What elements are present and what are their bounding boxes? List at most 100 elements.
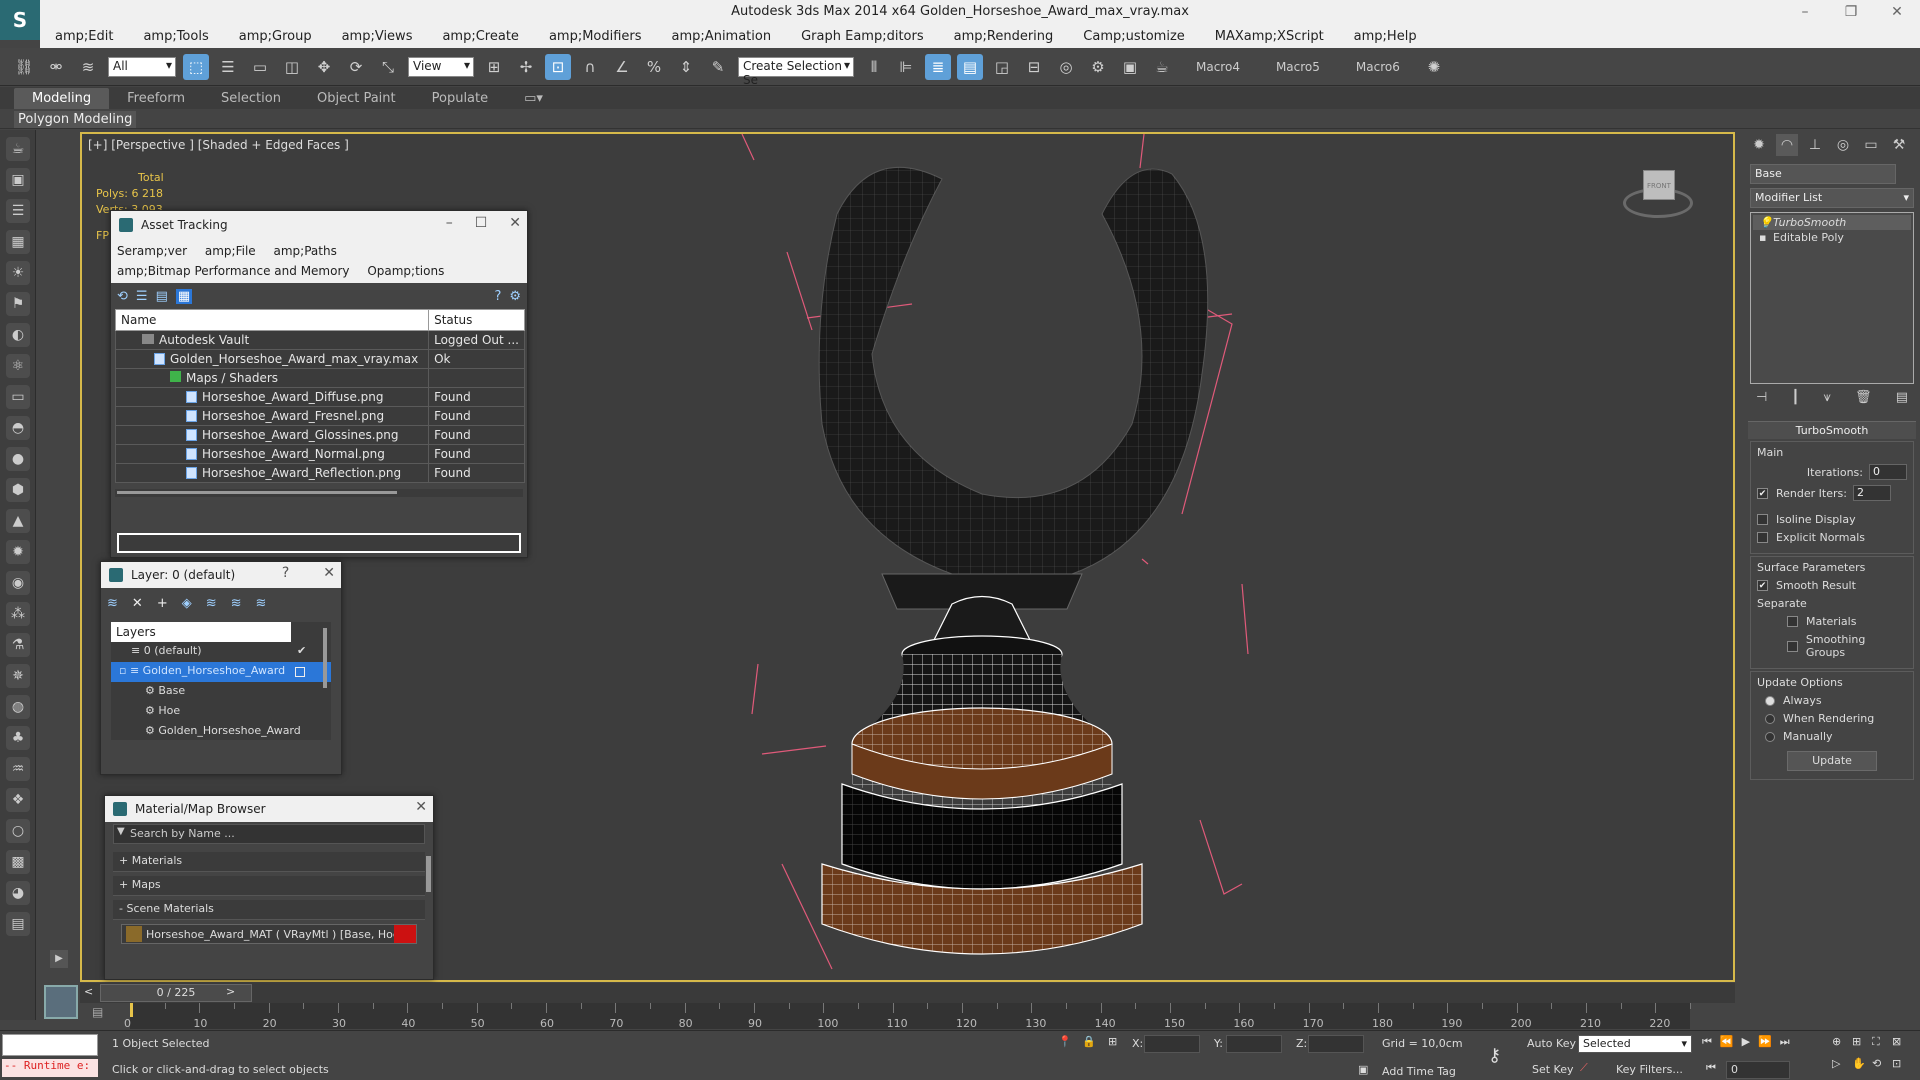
hierarchy-tab-icon[interactable]: ⊥ [1804,134,1826,156]
mirror-icon[interactable]: ⫴ [861,54,887,80]
camera-icon[interactable]: ⚑ [6,292,30,316]
menu-group[interactable]: amp;Group [224,29,327,44]
section-scene-materials[interactable]: - Scene Materials [113,900,425,920]
modify-tab-icon[interactable]: ◠ [1776,134,1798,156]
bind-space-warp-icon[interactable]: ≋ [75,54,101,80]
refresh-icon[interactable]: ⟲ [117,289,128,304]
play-icon[interactable]: ▶ [1742,1035,1750,1049]
tab-selection[interactable]: Selection [203,88,299,109]
skin-icon[interactable]: ❖ [6,788,30,812]
macro-gear-icon[interactable]: ✺ [1421,54,1447,80]
layer-row[interactable]: ⚙ Base [111,682,331,702]
column-name[interactable]: Name [114,309,430,331]
atom-icon[interactable]: ✵ [6,664,30,688]
track-bar-toggle-icon[interactable]: ▤ [92,1005,112,1023]
helper-icon[interactable]: ◐ [6,323,30,347]
show-end-result-icon[interactable]: ┃ [1792,390,1800,405]
pin-icon[interactable]: 📍 [1058,1035,1072,1048]
teapot-icon[interactable]: ☕ [6,137,30,161]
close-icon[interactable]: ✕ [323,565,335,581]
lock-icon[interactable]: 🔒 [1082,1035,1096,1048]
section-materials[interactable]: + Materials [113,852,425,872]
menu-views[interactable]: amp;Views [327,29,428,44]
select-manipulate-icon[interactable]: ✢ [513,54,539,80]
menu-tools[interactable]: amp;Tools [128,29,223,44]
viewcube-face[interactable]: FRONT [1643,170,1675,200]
asset-tracking-titlebar[interactable]: Asset Tracking – ☐ ✕ [111,211,527,239]
zoom-all-icon[interactable]: ⊞ [1852,1035,1872,1049]
menu-paths[interactable]: amp;Paths [274,244,337,258]
asset-path-field[interactable] [117,533,521,553]
section-maps[interactable]: + Maps [113,876,425,896]
pan-icon[interactable]: ✋ [1852,1057,1872,1070]
menu-file[interactable]: amp;File [205,244,256,258]
unlink-icon[interactable]: ⚮ [43,54,69,80]
key-mode-dropdown[interactable]: Selected ▾ [1578,1035,1692,1053]
menu-maxscript[interactable]: MAXamp;XScript [1200,29,1339,44]
smooth-result-checkbox[interactable]: ✔ [1757,580,1768,591]
menu-customize[interactable]: Camp;ustomize [1068,29,1200,44]
select-object-icon[interactable]: ⬚ [183,53,209,80]
tab-freeform[interactable]: Freeform [109,88,203,109]
pivot-center-icon[interactable]: ⊞ [481,54,507,80]
add-time-tag-label[interactable]: Add Time Tag [1382,1065,1456,1078]
fov-icon[interactable]: ▷ [1832,1057,1852,1070]
close-icon[interactable]: ✕ [415,799,427,815]
next-frame-icon[interactable]: > [226,985,235,998]
layer-row[interactable]: ▫ ≡ Golden_Horseshoe_Award [111,662,331,682]
table-view-icon[interactable]: ▦ [175,288,193,304]
maxscript-listener-input[interactable] [2,1034,98,1056]
plant-icon[interactable]: ♣ [6,726,30,750]
isoline-checkbox[interactable] [1757,514,1768,525]
expand-arrow-icon[interactable]: ▶ [50,950,68,968]
menu-modifiers[interactable]: amp;Modifiers [534,29,657,44]
layer-row[interactable]: ⚙ Hoe [111,702,331,722]
viewcube[interactable]: FRONT [1623,164,1693,220]
smoothing-groups-checkbox[interactable] [1787,640,1798,652]
menu-create[interactable]: amp;Create [427,29,533,44]
named-selection-dropdown[interactable]: Create Selection Se [738,56,854,87]
highlight-layer-icon[interactable]: ≋ [206,596,217,611]
modifier-list-dropdown[interactable]: Modifier List ▾ [1750,188,1914,208]
spinner-snap-icon[interactable]: ⇕ [673,54,699,80]
zoom-extents-all-icon[interactable]: ⊠ [1892,1035,1912,1049]
tab-modeling[interactable]: Modeling [14,87,110,109]
layer-manager-icon[interactable]: ≣ [925,53,951,80]
macro4-button[interactable]: Macro4 [1196,60,1240,74]
display-tab-icon[interactable]: ▭ [1860,134,1882,156]
layer-scrollbar[interactable] [323,628,327,688]
material-editor-icon[interactable]: ◎ [1053,54,1079,80]
add-time-tag-icon[interactable]: ▣ [1358,1063,1368,1076]
table-row[interactable]: Horseshoe_Award_Fresnel.png Found [114,406,525,426]
world-icon[interactable]: ◕ [6,881,30,905]
new-layer-icon[interactable]: ≋ [107,596,118,611]
schematic-view-icon[interactable]: ⊟ [1021,54,1047,80]
turbosmooth-rollout-header[interactable]: TurboSmooth [1748,421,1916,439]
asset-table-scrollbar[interactable] [115,489,523,497]
pin-stack-icon[interactable]: ⊣ [1756,390,1767,405]
macro5-button[interactable]: Macro5 [1276,60,1320,74]
current-frame-marker[interactable] [130,1003,133,1017]
utilities-tab-icon[interactable]: ⚒ [1888,134,1910,156]
menu-help[interactable]: amp;Help [1339,29,1432,44]
torus-icon[interactable]: ◉ [6,571,30,595]
time-slider[interactable]: < 0 / 225 > [80,983,1735,1003]
reference-coord-dropdown[interactable]: View [408,56,474,77]
minimize-icon[interactable]: – [1782,0,1828,24]
create-tab-icon[interactable]: ✹ [1748,134,1770,156]
tab-populate[interactable]: Populate [414,88,507,109]
select-layer-icon[interactable]: ◈ [182,596,192,611]
material-browser-titlebar[interactable]: Material/Map Browser ✕ [105,796,433,822]
ribbon-options-icon[interactable]: ▭▾ [506,88,561,109]
window-crossing-icon[interactable]: ◫ [279,54,305,80]
material-search-input[interactable]: ▼ Search by Name ... [113,824,425,844]
menu-edit[interactable]: amp;Edit [40,29,128,44]
next-key-icon[interactable]: ⏩ [1758,1035,1772,1049]
auto-key-button[interactable]: Auto Key [1527,1037,1576,1050]
hide-all-icon[interactable]: ≋ [231,596,242,611]
particles-icon[interactable]: ⁂ [6,602,30,626]
search-dropdown-icon[interactable]: ▼ [117,826,125,837]
hemisphere-icon[interactable]: ◓ [6,416,30,440]
calculator-icon[interactable]: ▤ [6,912,30,936]
help-icon[interactable]: ? [282,565,289,581]
